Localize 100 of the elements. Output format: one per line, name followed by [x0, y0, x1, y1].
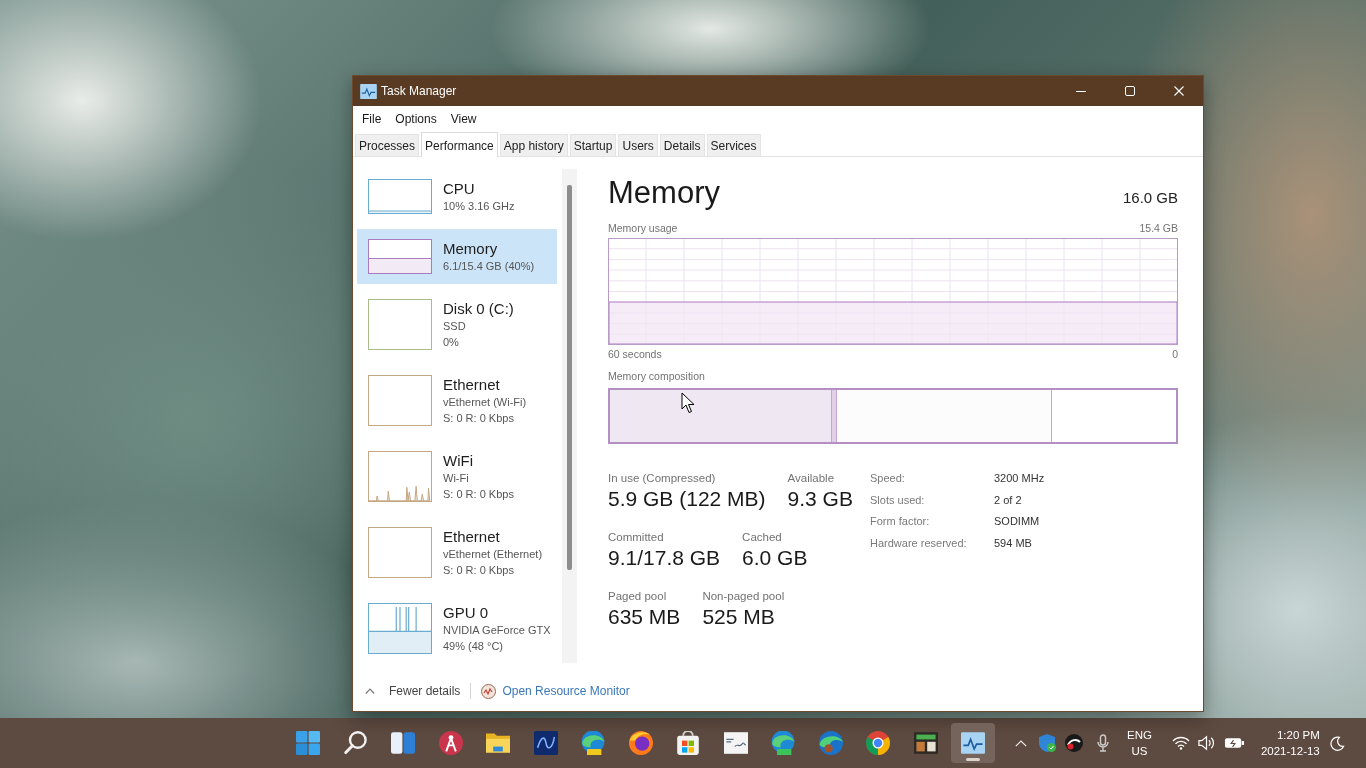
swirl-icon [818, 731, 843, 755]
scrollbar-thumb[interactable] [567, 185, 572, 570]
volume-icon[interactable] [1197, 735, 1215, 751]
stat-value: 9.1/17.8 GB [608, 545, 721, 571]
time-axis-label: 0 [1172, 347, 1178, 361]
device-name: Ethernet [443, 527, 501, 546]
tab[interactable]: Processes [355, 134, 420, 156]
folder-icon [486, 731, 510, 755]
battery-icon[interactable] [1223, 736, 1245, 750]
spec-label: Hardware reserved: [870, 535, 968, 551]
device-name: Memory [443, 239, 499, 258]
device-detail: S: 0 R: 0 Kbps [443, 411, 515, 426]
menu-item[interactable]: Options [388, 109, 444, 129]
chart-circle-icon [481, 683, 497, 699]
four-squares-icon [296, 731, 320, 755]
device-detail: NVIDIA GeForce GTX [443, 623, 549, 638]
stat-value: 635 MB [608, 604, 681, 630]
menu-item[interactable]: File [355, 109, 389, 129]
clock-button[interactable]: 1:20 PM 2021-12-13 [1260, 727, 1320, 759]
tile-grid-icon [913, 731, 938, 755]
device-detail: SSD [443, 319, 467, 334]
close-icon [1173, 86, 1184, 96]
chart-max-label: 15.4 GB [1139, 221, 1178, 235]
device-detail: 0% [443, 335, 460, 350]
search-icon [343, 731, 368, 755]
swirl-badge-icon [771, 731, 795, 755]
resource-monitor-link[interactable]: Open Resource Monitor [481, 683, 630, 699]
device-detail: vEthernet (Wi-Fi) [443, 395, 527, 410]
menu-item[interactable]: View [443, 109, 484, 129]
ring-disc-icon [628, 731, 653, 755]
device-name: GPU 0 [443, 603, 489, 622]
panel-heading: Memory [608, 175, 720, 211]
device-detail: 10% 3.16 GHz [443, 199, 515, 214]
chart-label: Memory composition [608, 369, 705, 383]
panels-icon [391, 731, 415, 755]
chart-window-icon [961, 731, 985, 755]
tricolor-circle-icon [866, 731, 890, 755]
tab[interactable]: App history [499, 134, 568, 156]
squiggle-tile-icon [533, 731, 558, 755]
spec-label: Slots used: [870, 492, 926, 508]
wifi-icon[interactable] [1171, 736, 1190, 750]
device-detail: Wi-Fi [443, 471, 470, 486]
tab[interactable]: Details [659, 134, 705, 156]
spec-label: Speed: [870, 471, 906, 486]
shield-check-icon[interactable] [1038, 733, 1057, 753]
total-capacity: 16.0 GB [1122, 189, 1178, 206]
spec-value: 2 of 2 [994, 492, 1023, 508]
swirl-badge-icon [581, 731, 605, 755]
sidebar-item[interactable]: Ethernet vEthernet (Wi-Fi) S: 0 R: 0 Kbps [357, 365, 557, 436]
moon-icon[interactable] [1329, 735, 1345, 751]
circle-logo-icon[interactable] [1065, 734, 1083, 752]
device-name: Ethernet [443, 375, 501, 394]
minimize-icon [1075, 90, 1086, 92]
sidebar-item[interactable]: GPU 0 NVIDIA GeForce GTX 49% (48 °C) [357, 593, 557, 664]
shopping-bag-icon [676, 731, 700, 755]
stat-label: Cached [742, 530, 783, 545]
spec-value: SODIMM [994, 514, 1041, 529]
device-detail: 49% (48 °C) [443, 639, 505, 654]
window-title: Task Manager [381, 84, 458, 98]
chart-window-icon [360, 83, 377, 99]
device-detail: S: 0 R: 0 Kbps [443, 563, 515, 578]
tab[interactable]: Startup [569, 134, 617, 156]
caret-up-icon [365, 688, 375, 694]
chevron-up-icon [1015, 739, 1027, 747]
sidebar-item[interactable]: CPU 10% 3.16 GHz [357, 169, 557, 224]
language-button[interactable]: ENG US [1127, 727, 1152, 759]
tab[interactable]: Users [618, 134, 658, 156]
stat-label: Committed [608, 530, 665, 545]
sidebar-item[interactable]: Disk 0 (C:) SSD 0% [357, 289, 557, 360]
stat-value: 6.0 GB [742, 545, 808, 571]
device-name: Disk 0 (C:) [443, 299, 514, 318]
microphone-icon[interactable] [1097, 734, 1109, 752]
stat-value: 9.3 GB [787, 486, 853, 512]
stat-label: Non-paged pool [702, 589, 785, 604]
fewer-details-button[interactable]: Fewer details [365, 684, 461, 698]
sidebar-item[interactable]: WiFi Wi-Fi S: 0 R: 0 Kbps [357, 441, 557, 512]
sidebar-item[interactable]: Ethernet vEthernet (Ethernet) S: 0 R: 0 Kbps [357, 517, 557, 588]
device-detail: S: 0 R: 0 Kbps [443, 487, 514, 502]
device-detail: 6.1/15.4 GB (40%) [443, 259, 535, 274]
stat-label: Paged pool [608, 589, 668, 604]
spec-value: 3200 MHz [994, 471, 1045, 486]
stat-label: In use (Compressed) [608, 471, 717, 486]
spec-label: Form factor: [870, 514, 931, 529]
device-name: WiFi [443, 451, 474, 470]
stat-label: Available [787, 471, 836, 486]
sidebar-item[interactable]: Memory 6.1/15.4 GB (40%) [357, 229, 557, 284]
tab[interactable]: Performance [421, 132, 498, 157]
device-name: CPU [443, 179, 476, 198]
chart-label: Memory usage [608, 221, 678, 235]
time-axis-label: 60 seconds [608, 347, 662, 361]
spec-value: 594 MB [994, 535, 1033, 551]
tower-circle-icon [438, 731, 463, 755]
maximize-icon [1124, 86, 1135, 96]
device-detail: vEthernet (Ethernet) [443, 547, 543, 562]
tab[interactable]: Services [706, 134, 761, 156]
mouse-pointer-icon [681, 392, 695, 414]
sketch-tile-icon [723, 731, 748, 755]
scrollbar-track[interactable] [562, 169, 577, 663]
stat-value: 5.9 GB (122 MB) [608, 486, 766, 512]
stat-value: 525 MB [702, 604, 776, 630]
